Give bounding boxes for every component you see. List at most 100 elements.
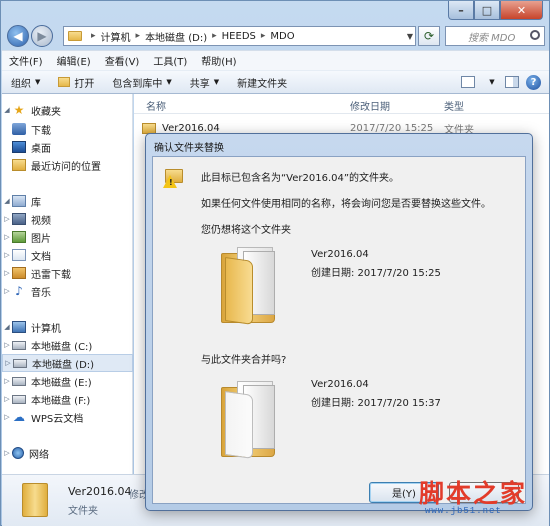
open-button[interactable]: 打开 bbox=[49, 75, 103, 90]
expand-icon[interactable]: ▷ bbox=[2, 233, 12, 241]
nav-computer[interactable]: ◢ 计算机 bbox=[2, 318, 133, 336]
folder-icon bbox=[221, 379, 279, 459]
target-folder-name: Ver2016.04 bbox=[311, 249, 369, 260]
view-dropdown-button[interactable]: ▼ bbox=[482, 74, 498, 90]
maximize-button[interactable]: □ bbox=[474, 1, 500, 20]
column-header-date[interactable]: 修改日期 bbox=[350, 98, 390, 113]
nav-xunlei-label: 迅雷下载 bbox=[31, 269, 71, 281]
collapse-icon[interactable]: ◢ bbox=[2, 106, 12, 114]
nav-wps-label: WPS云文档 bbox=[31, 413, 84, 425]
drive-icon bbox=[13, 358, 27, 368]
nav-downloads[interactable]: 下载 bbox=[2, 120, 133, 138]
menu-view[interactable]: 查看(V) bbox=[98, 53, 147, 68]
menu-file[interactable]: 文件(F) bbox=[2, 53, 50, 68]
nav-drive-e-label: 本地磁盘 (E:) bbox=[31, 377, 92, 389]
download-icon bbox=[12, 123, 26, 135]
include-in-library-button[interactable]: 包含到库中 ▼ bbox=[103, 75, 180, 90]
navigation-pane: ◢ ★ 收藏夹 下载 桌面 最近访问的位置 ◢ 库 ▷ 视频 ▷ 图片 ▷ 文档… bbox=[2, 94, 133, 474]
nav-documents[interactable]: ▷ 文档 bbox=[2, 246, 133, 264]
nav-favorites[interactable]: ◢ ★ 收藏夹 bbox=[2, 101, 133, 119]
breadcrumb-heeds[interactable]: HEEDS bbox=[222, 31, 256, 42]
expand-icon[interactable]: ▷ bbox=[2, 449, 12, 457]
minimize-button[interactable]: – bbox=[448, 1, 474, 20]
preview-pane-button[interactable] bbox=[504, 74, 520, 90]
nav-favorites-label: 收藏夹 bbox=[31, 106, 61, 118]
close-button[interactable]: ✕ bbox=[500, 1, 543, 20]
details-name: Ver2016.04 bbox=[68, 485, 132, 498]
address-bar[interactable]: ▸ 计算机 ▸ 本地磁盘 (D:) ▸ HEEDS ▸ MDO ▼ bbox=[63, 26, 416, 46]
no-button[interactable] bbox=[449, 482, 519, 503]
column-header-type[interactable]: 类型 bbox=[444, 98, 464, 113]
address-row: ◀ ▶ ▸ 计算机 ▸ 本地磁盘 (D:) ▸ HEEDS ▸ MDO ▼ ⟳ … bbox=[1, 23, 549, 49]
folder-icon bbox=[22, 483, 48, 517]
computer-icon bbox=[12, 321, 26, 333]
nav-xunlei[interactable]: ▷ 迅雷下载 bbox=[2, 264, 133, 282]
column-header-name[interactable]: 名称 bbox=[146, 98, 166, 113]
breadcrumb-mdo[interactable]: MDO bbox=[270, 31, 294, 42]
dialog-message-merge: 与此文件夹合并吗? bbox=[201, 355, 287, 366]
share-label: 共享 bbox=[189, 78, 210, 90]
expand-icon[interactable]: ▷ bbox=[2, 215, 12, 223]
dropdown-arrow-icon: ▼ bbox=[489, 78, 495, 86]
nav-computer-label: 计算机 bbox=[31, 323, 61, 335]
toolbar-right: ▼ ? bbox=[460, 74, 541, 90]
expand-icon[interactable]: ▷ bbox=[2, 395, 12, 403]
nav-libraries[interactable]: ◢ 库 bbox=[2, 192, 133, 210]
file-date: 2017/7/20 15:25 bbox=[350, 122, 434, 134]
nav-drive-d[interactable]: ▷ 本地磁盘 (D:) bbox=[2, 354, 133, 372]
nav-music[interactable]: ▷ ♪ 音乐 bbox=[2, 282, 133, 300]
nav-desktop[interactable]: 桌面 bbox=[2, 138, 133, 156]
expand-icon[interactable]: ▷ bbox=[2, 377, 12, 385]
expand-icon[interactable]: ▷ bbox=[3, 359, 13, 367]
breadcrumb-separator-icon[interactable]: ▸ bbox=[212, 31, 217, 41]
breadcrumb-drive-d[interactable]: 本地磁盘 (D:) bbox=[145, 29, 207, 44]
nav-wps[interactable]: ▷ ☁ WPS云文档 bbox=[2, 408, 133, 426]
organize-button[interactable]: 组织 ▼ bbox=[2, 75, 49, 90]
menu-tools[interactable]: 工具(T) bbox=[146, 53, 194, 68]
nav-videos-label: 视频 bbox=[31, 215, 51, 227]
new-folder-button[interactable]: 新建文件夹 bbox=[228, 75, 296, 90]
nav-drive-e[interactable]: ▷ 本地磁盘 (E:) bbox=[2, 372, 133, 390]
address-dropdown-icon[interactable]: ▼ bbox=[407, 32, 413, 41]
breadcrumb-separator-icon[interactable]: ▸ bbox=[91, 31, 96, 41]
source-folder-name: Ver2016.04 bbox=[311, 379, 369, 390]
breadcrumb-computer[interactable]: 计算机 bbox=[101, 29, 131, 44]
nav-recent[interactable]: 最近访问的位置 bbox=[2, 156, 133, 174]
expand-icon[interactable]: ▷ bbox=[2, 287, 12, 295]
help-button[interactable]: ? bbox=[526, 74, 541, 90]
drive-icon bbox=[12, 394, 26, 404]
help-icon: ? bbox=[530, 76, 537, 88]
collapse-icon[interactable]: ◢ bbox=[2, 323, 12, 331]
search-input[interactable]: 搜索 MDO bbox=[445, 26, 545, 46]
change-view-button[interactable] bbox=[460, 74, 476, 90]
target-folder-created: 创建日期: 2017/7/20 15:25 bbox=[311, 268, 441, 279]
nav-drive-f[interactable]: ▷ 本地磁盘 (F:) bbox=[2, 390, 133, 408]
expand-icon[interactable]: ▷ bbox=[2, 413, 12, 421]
dialog-title: 确认文件夹替换 bbox=[154, 143, 224, 154]
menu-help[interactable]: 帮助(H) bbox=[194, 53, 243, 68]
yes-button[interactable]: 是(Y) bbox=[369, 482, 439, 503]
expand-icon[interactable]: ▷ bbox=[2, 269, 12, 277]
nav-pictures[interactable]: ▷ 图片 bbox=[2, 228, 133, 246]
network-icon bbox=[12, 447, 24, 459]
dialog-body: ! 此目标已包含名为“Ver2016.04”的文件夹。 如果任何文件使用相同的名… bbox=[152, 156, 526, 504]
back-button[interactable]: ◀ bbox=[7, 25, 29, 47]
nav-network[interactable]: ▷ 网络 bbox=[2, 444, 133, 462]
preview-pane-icon bbox=[505, 76, 519, 88]
nav-drive-c[interactable]: ▷ 本地磁盘 (C:) bbox=[2, 336, 133, 354]
nav-videos[interactable]: ▷ 视频 bbox=[2, 210, 133, 228]
menu-edit[interactable]: 编辑(E) bbox=[50, 53, 98, 68]
expand-icon[interactable]: ▷ bbox=[2, 251, 12, 259]
breadcrumb-separator-icon[interactable]: ▸ bbox=[261, 31, 266, 41]
forward-button[interactable]: ▶ bbox=[31, 25, 53, 47]
dialog-message-replace: 如果任何文件使用相同的名称，将会询问您是否要替换这些文件。 bbox=[201, 199, 491, 210]
warning-exclamation-glyph: ! bbox=[169, 178, 173, 187]
expand-icon[interactable]: ▷ bbox=[2, 341, 12, 349]
dropdown-arrow-icon: ▼ bbox=[213, 78, 220, 86]
column-headers: 名称 修改日期 类型 bbox=[134, 94, 549, 114]
share-button[interactable]: 共享 ▼ bbox=[181, 75, 228, 90]
refresh-button[interactable]: ⟳ bbox=[418, 26, 440, 46]
collapse-icon[interactable]: ◢ bbox=[2, 197, 12, 205]
breadcrumb-separator-icon[interactable]: ▸ bbox=[136, 31, 141, 41]
view-icon bbox=[461, 76, 475, 88]
